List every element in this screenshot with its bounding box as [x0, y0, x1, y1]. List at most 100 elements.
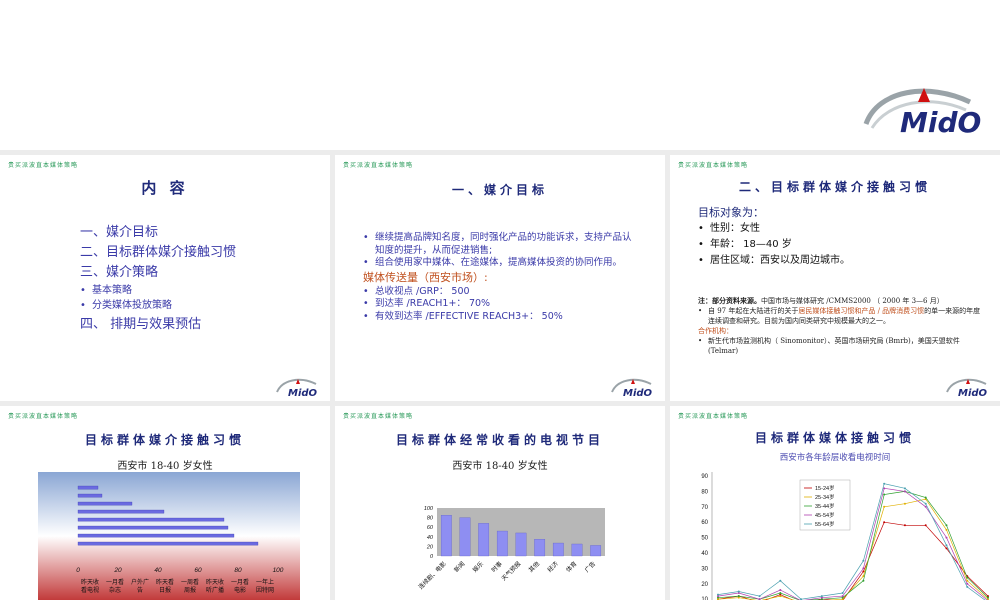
data-point: [717, 593, 719, 596]
slide-title: 二、目标群体媒介接触习惯: [738, 180, 931, 194]
series-line: [717, 487, 988, 600]
svg-text:MidO: MidO: [900, 106, 981, 139]
mido-logo-small: MidO: [611, 378, 653, 398]
metric-item: 总收视点 /GRP： 500: [363, 286, 633, 299]
contents-list: 一、媒介目标 二、目标群体媒介接触习惯 三、媒介策略 基本策略 分类媒体投放策略…: [80, 223, 236, 335]
y-tick-label: 80: [701, 489, 708, 495]
chart-bar: [77, 533, 235, 538]
category-label: 昨天收: [81, 578, 99, 586]
slide-title: 目标群体经常收看的电视节目: [395, 433, 604, 447]
data-point: [945, 544, 948, 547]
category-label: 一周看: [181, 578, 199, 586]
chart-bar: [77, 517, 225, 522]
slide-media-goals[interactable]: 贵买派波直本媒体策略 一、媒介目标 继续提高品牌知名度，同时强化产品的功能诉求，…: [335, 155, 665, 401]
chart-subtitle: 西安市 18-40 岁女性: [117, 461, 213, 472]
note-label: 注：部分资料来源。: [698, 296, 761, 305]
contents-item: 四、 排期与效果预估: [80, 317, 202, 332]
slide-header-tag: 贵买派波直本媒体策略: [678, 413, 749, 420]
chart-bar: [77, 541, 259, 546]
category-label: 娱乐: [471, 560, 485, 574]
data-point: [966, 576, 969, 579]
chart-bar: [77, 493, 103, 498]
y-tick-label: 20: [701, 582, 708, 588]
chart-bar: [77, 509, 165, 514]
x-tick-label: 100: [273, 567, 284, 574]
data-point: [779, 579, 782, 582]
goal-bullet: 继续提高品牌知名度，同时强化产品的功能诉求，支持产品认知度的提升，从而促进销售;: [363, 232, 633, 257]
data-point: [737, 595, 740, 598]
data-point: [841, 595, 844, 598]
legend-entry: 55-64岁: [815, 520, 835, 528]
goal-bullet: 组合使用家中媒体、在途媒体，提高媒体投资的协同作用。: [363, 257, 633, 270]
y-tick-label: 70: [701, 505, 708, 511]
category-label: 广告: [583, 560, 597, 574]
goal-bullets: 继续提高品牌知名度，同时强化产品的功能诉求，支持产品认知度的提升，从而促进销售;…: [363, 232, 633, 323]
category-label: 经济: [546, 560, 560, 574]
category-label: 电影: [234, 586, 246, 594]
chart-bar: [77, 485, 99, 490]
category-label: 体育: [564, 560, 578, 574]
data-point: [779, 592, 782, 595]
slide-tv-programs-chart[interactable]: 贵买派波直本媒体策略 目标群体经常收看的电视节目 西安市 18-40 岁女性 0…: [335, 406, 665, 600]
data-point: [779, 595, 782, 598]
target-list: 性别：女性 年龄： 18—40 岁 居住区域：西安以及周边城市。: [698, 221, 850, 269]
y-tick-label: 90: [701, 474, 708, 480]
vertical-bar-chart: 0 20 40 60 80 100 连续剧、电影 新闻 娱乐 时事天气预报 其他 经济 体育 广告: [417, 506, 605, 591]
y-tick-label: 50: [701, 536, 708, 542]
svg-text:MidO: MidO: [623, 388, 653, 398]
line-chart: 908070605040302010 15-24岁25-34岁35-44岁45-…: [701, 472, 989, 600]
x-tick-label: 80: [234, 567, 242, 574]
note-highlight: 居民媒体接触习惯和产品 / 品牌消费习惯: [798, 307, 925, 315]
legend-entry: 45-54岁: [815, 511, 835, 519]
category-label: 杂志: [109, 586, 121, 594]
category-label: 其他: [527, 560, 541, 574]
data-point: [737, 590, 740, 593]
data-point: [883, 521, 886, 524]
data-point: [945, 528, 948, 531]
target-label: 目标对象为：: [698, 206, 764, 219]
data-point: [924, 502, 927, 505]
slide-media-contact-chart[interactable]: 贵买派波直本媒体策略 目标群体媒介接触习惯 西安市 18-40 岁女性 0 20 4…: [0, 406, 330, 600]
contents-item: 三、媒介策略: [80, 265, 159, 280]
slide-tv-time-chart[interactable]: 贵买派波直本媒体策略 目标群体媒体接触习惯 西安市各年龄层收看电视时间 90 80…: [670, 406, 1000, 600]
data-point: [758, 595, 761, 598]
slide-contents[interactable]: 贵买派波直本媒体策略 内 容 一、媒介目标 二、目标群体媒介接触习惯 三、媒介策…: [0, 155, 330, 401]
y-tick-label: 80: [427, 516, 434, 522]
slide-title: 目标群体媒体接触习惯: [754, 431, 915, 445]
data-point: [924, 524, 927, 527]
category-label: 周报: [184, 586, 196, 594]
data-point: [883, 505, 886, 508]
y-tick-label: 40: [427, 535, 434, 541]
coop-text: 新生代市场监测机构（ Sinomonitor）、英国市场研究局 (Bmrb)，美…: [698, 336, 983, 356]
category-label: 连续剧、电影: [417, 560, 448, 591]
slide-title: 内 容: [141, 179, 189, 197]
chart-bar: [515, 532, 527, 557]
legend-entry: 15-24岁: [815, 484, 835, 492]
mido-logo-small: MidO: [946, 378, 988, 398]
data-point: [779, 588, 782, 591]
data-point: [966, 585, 969, 588]
data-point: [903, 524, 906, 527]
slide-title: 目标群体媒介接触习惯: [84, 433, 245, 447]
y-tick-label: 60: [427, 525, 434, 531]
legend-entry: 35-44岁: [815, 502, 835, 510]
slide-header-tag: 贵买派波直本媒体策略: [343, 413, 414, 420]
data-point: [820, 595, 823, 598]
series-line: [717, 521, 989, 600]
mido-logo: MidO: [863, 88, 981, 139]
category-label: 一月看: [106, 578, 124, 586]
category-label: 日报: [159, 586, 171, 594]
contents-subitem: 分类媒体投放策略: [80, 298, 236, 313]
category-label: 昨天收: [206, 578, 224, 586]
slide-target-audience[interactable]: 贵买派波直本媒体策略 二、目标群体媒介接触习惯 目标对象为： 性别：女性 年龄：…: [670, 155, 1000, 401]
y-tick-label: 0: [430, 554, 434, 560]
source-note: 注：部分资料来源。中国市场与媒体研究 /CMMS2000 （ 2000 年 3—…: [698, 296, 983, 356]
slide-header-tag: 贵买派波直本媒体策略: [678, 162, 749, 169]
chart-bar: [571, 543, 583, 557]
chart-bar: [77, 525, 229, 530]
data-point: [841, 592, 844, 595]
slide-header-tag: 贵买派波直本媒体策略: [343, 162, 414, 169]
data-point: [945, 524, 948, 527]
metric-item: 有效到达率 /EFFECTIVE REACH3+： 50%: [363, 311, 633, 324]
horizontal-bar-chart: 0 20 40 60 80 100 昨天收看电视一月看杂志户外广告昨天看日报一周看周报昨天…: [38, 472, 300, 600]
